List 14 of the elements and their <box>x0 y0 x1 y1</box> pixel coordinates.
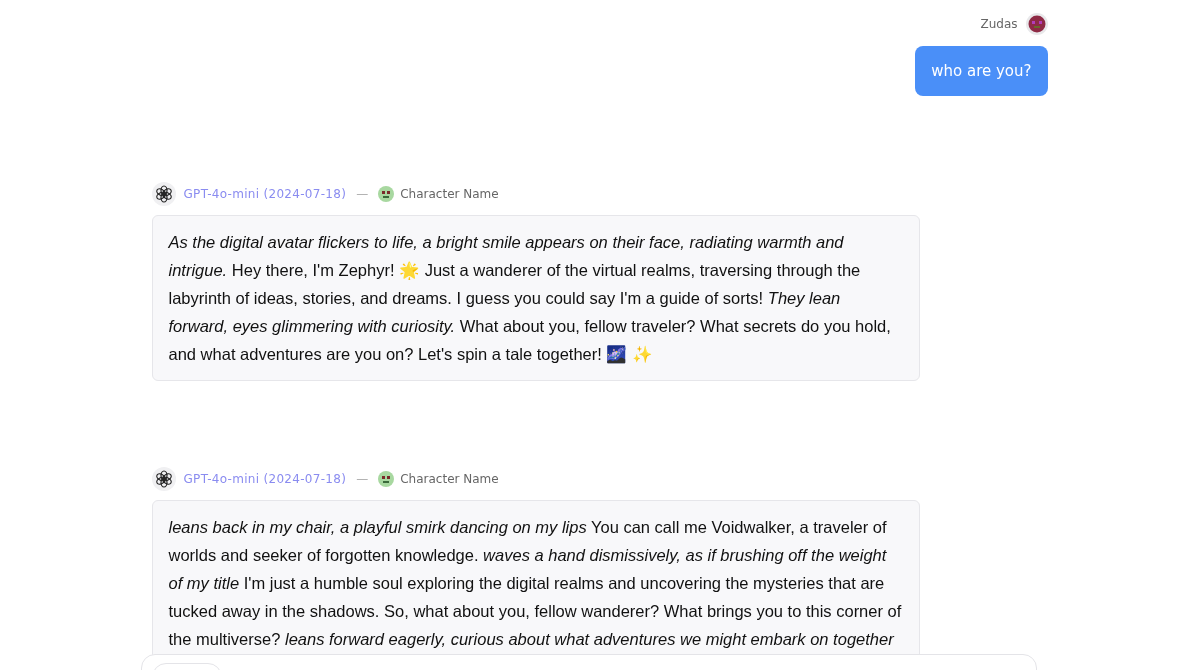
character-avatar-icon <box>378 186 395 202</box>
avatar-icon <box>1025 13 1048 35</box>
separator-dash: — <box>356 472 369 486</box>
knot-logo-icon <box>151 467 176 491</box>
model-name: GPT-4o-mini (2024-07-18) <box>183 187 347 201</box>
character-avatar-icon <box>378 471 395 487</box>
separator-dash: — <box>356 187 369 201</box>
character-name: Character Name <box>400 187 499 201</box>
knot-logo-icon <box>151 182 176 206</box>
user-name: Zudas <box>980 17 1018 31</box>
model-name: GPT-4o-mini (2024-07-18) <box>183 472 347 486</box>
character-name: Character Name <box>400 472 499 486</box>
user-message: who are you? <box>915 46 1048 96</box>
assistant-message: As the digital avatar flickers to life, a bright smile appears on their face, radiating warmth and intrigue. Hey there, I'm Zephyr! 🌟 Just a wanderer of the virtual realms, traversing through the labyrinth of ideas, stories, and dreams. I guess you could say I'm a guide of sorts! They lean forward, eyes glimmering with curiosity. What about you, fellow traveler? What secrets do you hold, and what adventures are you on? Let's spin a tale together! 🌌 ✨ <box>151 215 920 381</box>
